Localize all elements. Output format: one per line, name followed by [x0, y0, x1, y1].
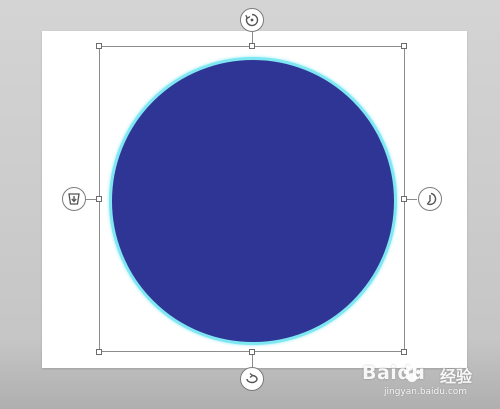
connector-line-top — [252, 31, 253, 43]
download-icon — [68, 193, 80, 205]
rotate-icon — [245, 13, 259, 27]
watermark-url: jingyan.baidu.com — [384, 387, 468, 397]
connector-line-right — [407, 199, 417, 200]
selection-box — [99, 46, 405, 352]
download-control-button[interactable] — [62, 187, 86, 211]
resize-handle-top[interactable] — [249, 43, 255, 49]
resize-handle-top-left[interactable] — [96, 43, 102, 49]
paw-logo-icon — [403, 366, 421, 382]
watermark-brand-cn: 经验 — [440, 367, 473, 386]
rotate-right-control-button[interactable] — [418, 187, 442, 211]
rotate-control-button[interactable] — [240, 8, 264, 32]
connector-line-bottom — [252, 355, 253, 367]
resize-handle-bottom-left[interactable] — [96, 349, 102, 355]
resize-handle-left[interactable] — [96, 196, 102, 202]
resize-handle-bottom-right[interactable] — [401, 349, 407, 355]
flip-icon — [246, 372, 258, 384]
flip-control-button[interactable] — [240, 367, 264, 391]
resize-handle-top-right[interactable] — [401, 43, 407, 49]
rotate-right-icon — [426, 192, 437, 206]
connector-line-left — [86, 199, 96, 200]
watermark: Baidu 经验 jingyan.baidu.com — [362, 362, 494, 402]
